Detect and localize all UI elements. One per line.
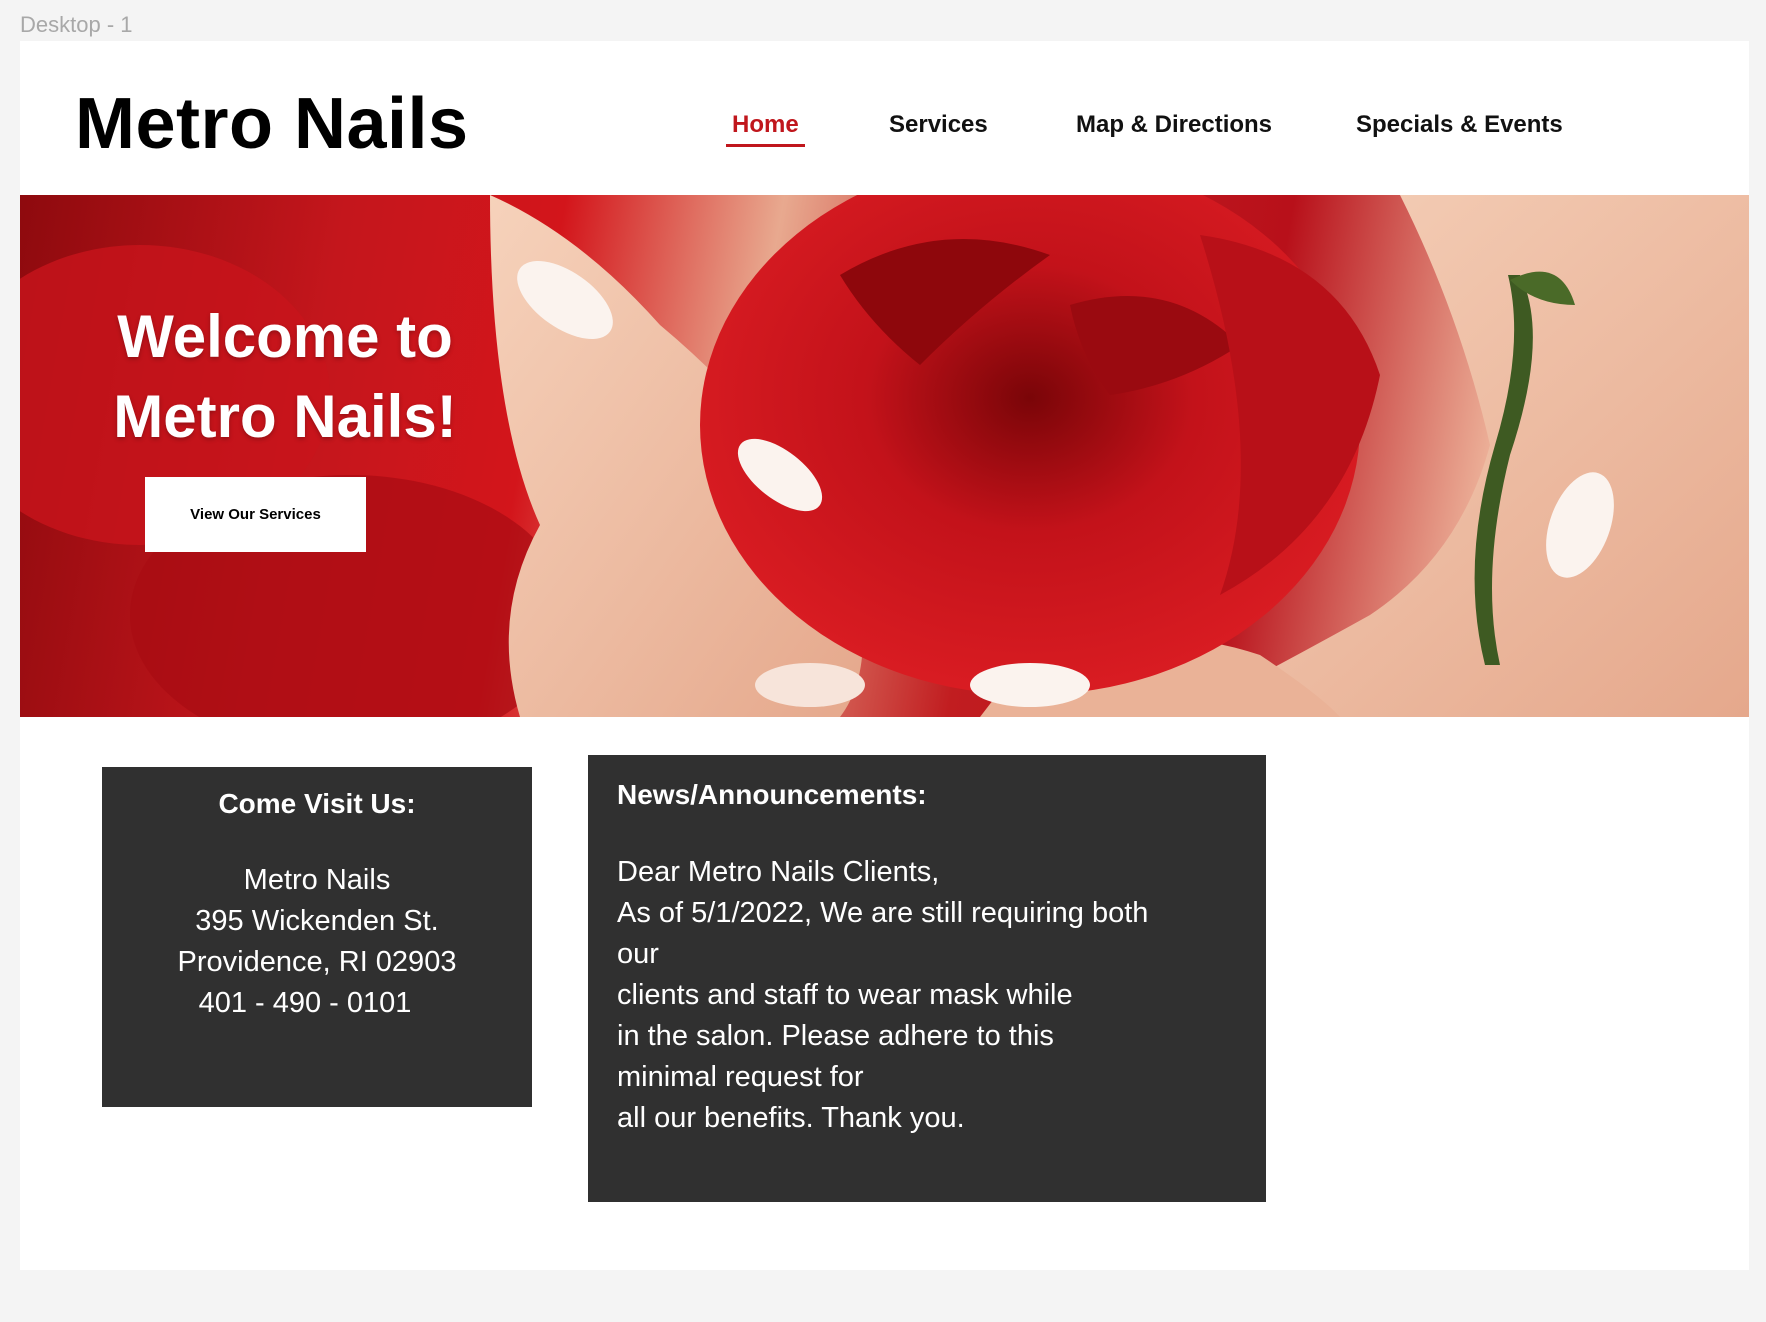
site-header: Metro Nails Home Services Map & Directio… (20, 41, 1749, 195)
nav-map-directions[interactable]: Map & Directions (1076, 111, 1272, 139)
address-business-name: Metro Nails (243, 864, 391, 896)
hero-banner: Welcome to Metro Nails! View Our Service… (20, 195, 1749, 717)
address-block: Metro Nails 395 Wickenden St. Providence… (102, 860, 532, 1024)
news-panel: News/Announcements: Dear Metro Nails Cli… (588, 755, 1266, 1202)
hero-title-line-1: Welcome to (117, 303, 453, 370)
phone-number[interactable]: 401 - 490 - 0101 (78, 983, 532, 1024)
news-line: our (617, 938, 659, 970)
address-street: 395 Wickenden St. (195, 905, 439, 937)
news-line: minimal request for (617, 1061, 864, 1093)
news-line: Dear Metro Nails Clients, (617, 856, 940, 888)
hero-title: Welcome to Metro Nails! (75, 297, 495, 457)
news-line: in the salon. Please adhere to this (617, 1020, 1054, 1052)
address-city: Providence, RI 02903 (177, 946, 457, 978)
hero-title-line-2: Metro Nails! (113, 383, 457, 450)
news-body: Dear Metro Nails Clients, As of 5/1/2022… (617, 852, 1217, 1139)
page-frame: Metro Nails Home Services Map & Directio… (20, 41, 1749, 1270)
visit-us-title: Come Visit Us: (218, 788, 416, 819)
frame-label: Desktop - 1 (20, 12, 133, 37)
nav-specials-events[interactable]: Specials & Events (1356, 111, 1563, 139)
nav-services[interactable]: Services (889, 111, 988, 139)
news-line: all our benefits. Thank you. (617, 1102, 965, 1134)
news-title: News/Announcements: (617, 779, 927, 810)
view-services-button[interactable]: View Our Services (145, 477, 366, 552)
site-logo[interactable]: Metro Nails (75, 83, 469, 165)
news-line: clients and staff to wear mask while (617, 979, 1073, 1011)
nav-home[interactable]: Home (726, 111, 805, 147)
news-line: As of 5/1/2022, We are still requiring b… (617, 897, 1149, 929)
visit-us-panel: Come Visit Us: Metro Nails 395 Wickenden… (102, 767, 532, 1107)
